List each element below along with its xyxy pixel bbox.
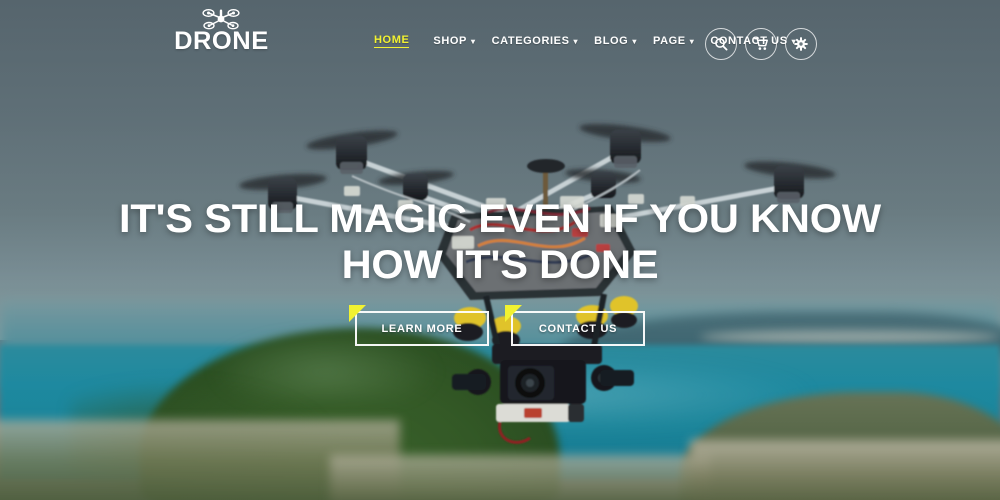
learn-more-label: LEARN MORE (381, 322, 463, 335)
cart-button[interactable] (745, 28, 777, 60)
chevron-down-icon: ▾ (470, 37, 476, 46)
hero-banner: DRONE HOME SHOP ▾ CATEGORIES ▾ BLOG ▾ PA… (0, 0, 1000, 500)
learn-more-button[interactable]: LEARN MORE (349, 305, 489, 346)
nav-label-blog: BLOG (594, 35, 629, 47)
cart-icon (753, 37, 768, 50)
chevron-down-icon: ▾ (632, 37, 637, 46)
corner-accent-triangle (349, 305, 366, 322)
settings-button[interactable] (785, 28, 817, 60)
brand-logo[interactable]: DRONE (173, 8, 269, 60)
nav-item-blog[interactable]: BLOG ▾ (594, 35, 653, 47)
corner-accent-triangle (505, 305, 522, 322)
contact-us-label: CONTACT US (538, 322, 618, 335)
brand-name: DRONE (173, 27, 269, 55)
hero-title-line-1: IT'S STILL MAGIC EVEN IF YOU KNOW (119, 197, 881, 241)
hero-cta-row: LEARN MORE CONTACT US (0, 305, 1000, 346)
nav-item-shop[interactable]: SHOP ▾ (433, 35, 491, 47)
nav-label-page: PAGE (652, 35, 686, 47)
nav-label-categories: CATEGORIES (491, 35, 570, 47)
nav-item-categories[interactable]: CATEGORIES ▾ (492, 35, 595, 47)
chevron-down-icon: ▾ (689, 37, 695, 46)
nav-label-shop: SHOP (433, 35, 467, 47)
nav-item-page[interactable]: PAGE ▾ (653, 35, 710, 47)
chevron-down-icon: ▾ (573, 37, 579, 46)
hero-text-block: IT'S STILL MAGIC EVEN IF YOU KNOW HOW IT… (0, 196, 1000, 288)
hero-title: IT'S STILL MAGIC EVEN IF YOU KNOW HOW IT… (0, 196, 1000, 288)
hero-title-line-2: HOW IT'S DONE (341, 243, 659, 287)
search-icon (715, 38, 728, 51)
nav-label-home: HOME (374, 34, 410, 48)
nav-item-home[interactable]: HOME (374, 34, 433, 48)
header-icon-group (705, 28, 817, 60)
contact-us-button[interactable]: CONTACT US (505, 305, 645, 346)
site-header: DRONE HOME SHOP ▾ CATEGORIES ▾ BLOG ▾ PA… (0, 0, 1000, 86)
gear-icon (794, 37, 808, 51)
search-button[interactable] (705, 28, 737, 60)
